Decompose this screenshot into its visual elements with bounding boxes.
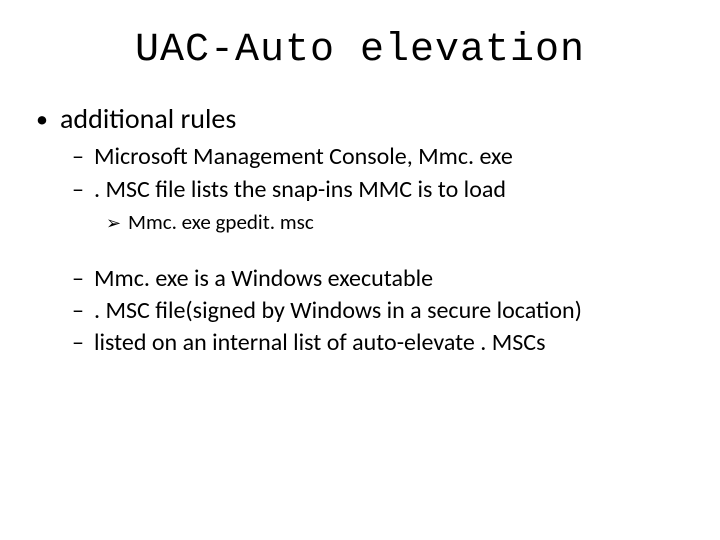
slide: UAC-Auto elevation additional rules Micr… [0,0,720,540]
bullet-list-level3: Mmc. exe gpedit. msc [106,208,690,236]
list-item: Mmc. exe gpedit. msc [106,208,690,236]
bullet-main: additional rules Microsoft Management Co… [36,101,690,360]
list-item-text: listed on an internal list of auto-eleva… [94,328,545,357]
list-item-text: . MSC file lists the snap-ins MMC is to … [94,175,506,204]
list-item: Mmc. exe is a Windows executable [72,263,690,295]
list-item: . MSC file(signed by Windows in a secure… [72,295,690,327]
list-item: . MSC file lists the snap-ins MMC is to … [72,174,690,237]
list-item-text: Mmc. exe gpedit. msc [128,209,314,235]
slide-title: UAC-Auto elevation [30,28,690,73]
list-item-text: Microsoft Management Console, Mmc. exe [94,142,513,171]
vertical-gap [36,239,690,259]
list-item-text: . MSC file(signed by Windows in a secure… [94,296,582,325]
list-item-text: Mmc. exe is a Windows executable [94,264,433,293]
bullet-list-level2-a: Microsoft Management Console, Mmc. exe .… [72,141,690,236]
bullet-list-level2-b: Mmc. exe is a Windows executable . MSC f… [72,263,690,360]
bullet-list-level1: additional rules Microsoft Management Co… [36,101,690,360]
list-item: Microsoft Management Console, Mmc. exe [72,141,690,173]
bullet-main-text: additional rules [60,101,236,136]
list-item: listed on an internal list of auto-eleva… [72,327,690,359]
